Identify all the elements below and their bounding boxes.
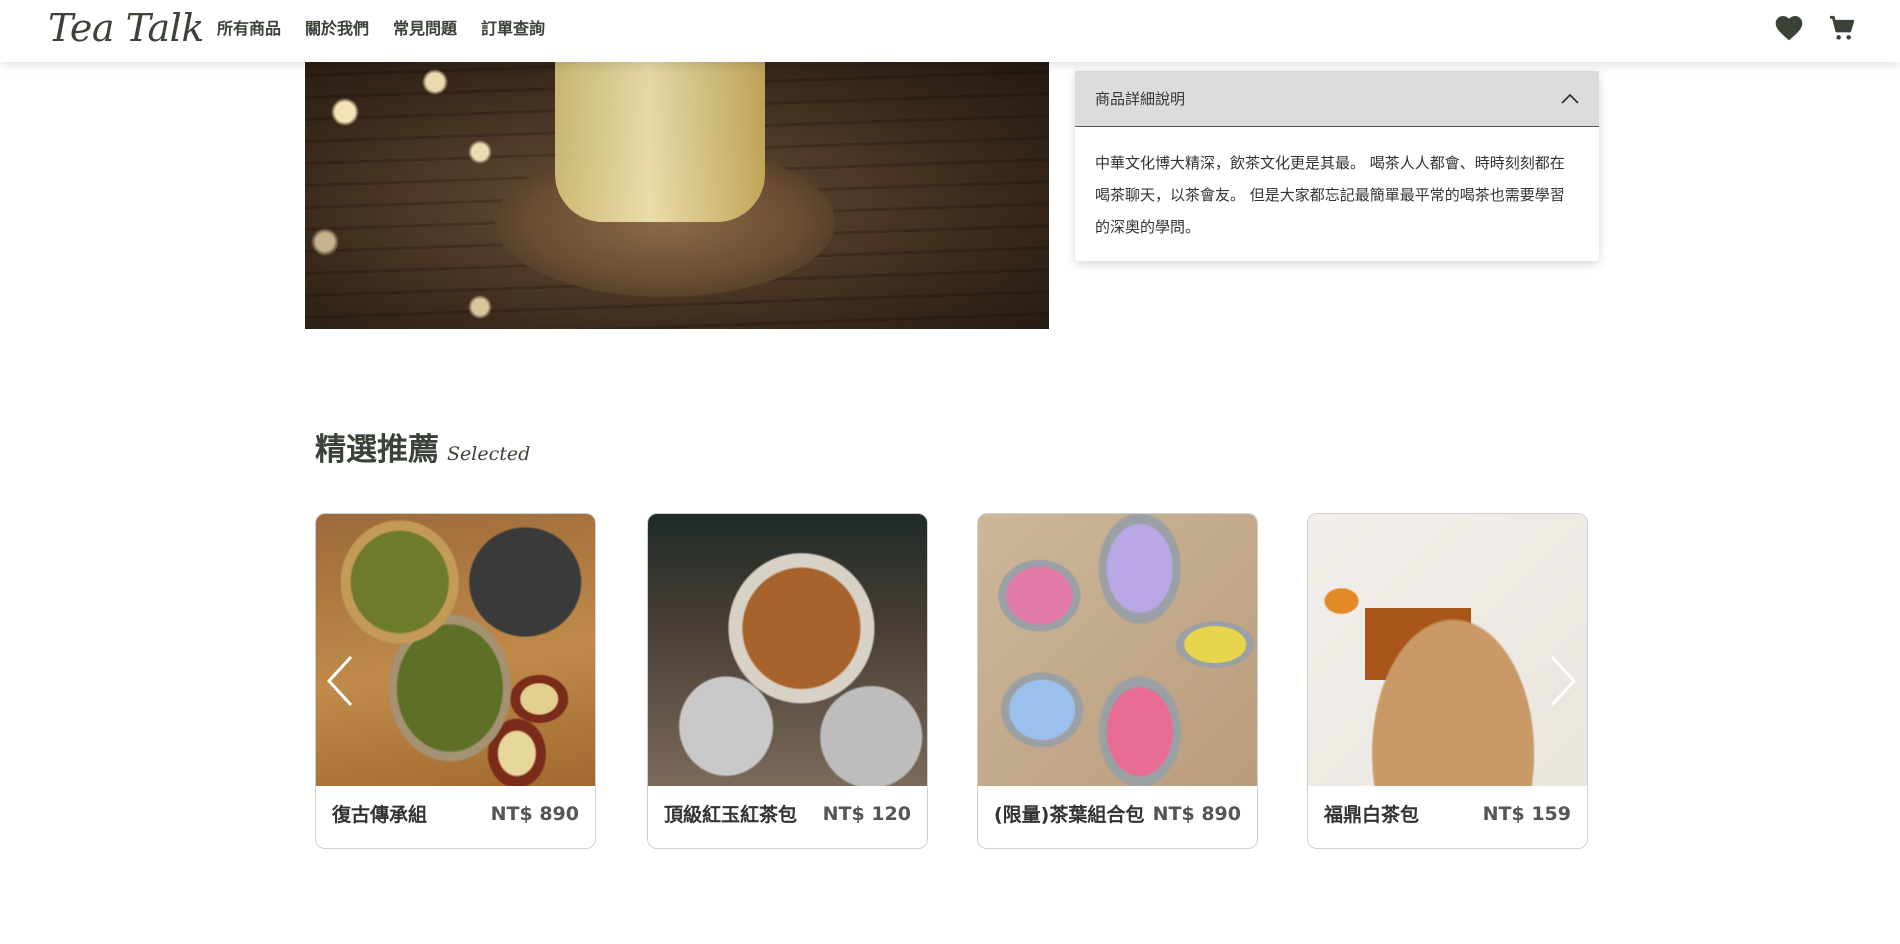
nav-faq[interactable]: 常見問題 (393, 15, 457, 39)
product-details-accordion: 商品詳細說明 中華文化博大精深，飲茶文化更是其最。 喝茶人人都會、時時刻刻都在喝… (1075, 71, 1599, 261)
product-card[interactable]: 復古傳承組 NT$ 890 (315, 513, 596, 849)
product-image (648, 514, 927, 786)
accordion-header[interactable]: 商品詳細說明 (1075, 71, 1599, 127)
product-name: (限量)茶葉組合包 (994, 804, 1145, 826)
accordion-title: 商品詳細說明 (1095, 90, 1186, 108)
product-price: NT$ 890 (490, 803, 579, 825)
product-image (978, 514, 1257, 786)
product-name: 福鼎白茶包 (1324, 804, 1420, 826)
heart-icon[interactable] (1773, 12, 1805, 44)
product-price: NT$ 159 (1482, 803, 1571, 825)
product-price: NT$ 120 (822, 803, 911, 825)
nav-all-products[interactable]: 所有商品 (217, 15, 281, 39)
product-price: NT$ 890 (1152, 803, 1241, 825)
section-title-en: Selected (447, 443, 531, 465)
product-image (316, 514, 595, 786)
product-image (1308, 514, 1587, 786)
main-nav: 所有商品 關於我們 常見問題 訂單查詢 (217, 15, 545, 39)
product-card[interactable]: (限量)茶葉組合包 NT$ 890 (977, 513, 1258, 849)
section-title-zh: 精選推薦 (315, 432, 439, 468)
carousel-prev-arrow-icon[interactable] (323, 653, 357, 709)
site-header: Tea Talk 所有商品 關於我們 常見問題 訂單查詢 (0, 0, 1900, 62)
product-name: 頂級紅玉紅茶包 (664, 804, 798, 826)
nav-order-lookup[interactable]: 訂單查詢 (481, 15, 545, 39)
chevron-up-icon (1561, 93, 1579, 104)
cart-icon[interactable] (1826, 12, 1858, 44)
accordion-body: 中華文化博大精深，飲茶文化更是其最。 喝茶人人都會、時時刻刻都在喝茶聊天，以茶會… (1095, 154, 1565, 236)
product-name: 復古傳承組 (332, 804, 428, 826)
site-logo[interactable]: Tea Talk (48, 6, 204, 50)
product-card[interactable]: 頂級紅玉紅茶包 NT$ 120 (647, 513, 928, 849)
nav-about-us[interactable]: 關於我們 (305, 15, 369, 39)
section-title: 精選推薦 Selected (315, 424, 530, 469)
product-hero-image (305, 52, 1049, 329)
carousel-next-arrow-icon[interactable] (1546, 653, 1580, 709)
